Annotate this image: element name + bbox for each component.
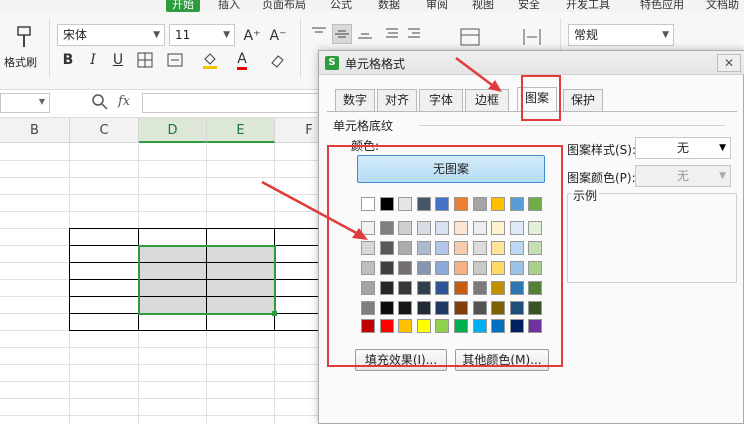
arrowhead-icon [488, 80, 502, 92]
arrow-to-palette [261, 180, 363, 238]
arrowhead-icon [352, 228, 368, 240]
annotation-arrows [261, 57, 502, 240]
arrow-to-patterns-tab [455, 57, 497, 89]
